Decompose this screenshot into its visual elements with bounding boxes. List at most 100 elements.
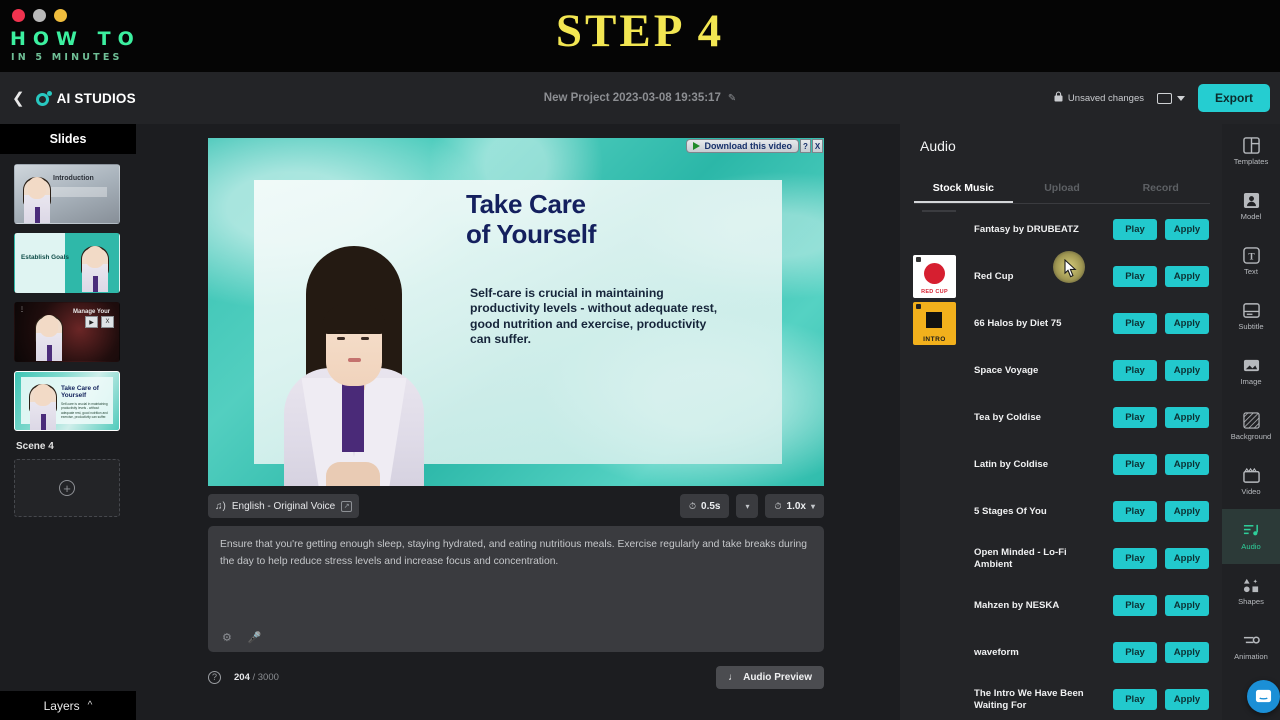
script-input-box[interactable]: Ensure that you're getting enough sleep,…	[208, 526, 824, 652]
play-button[interactable]: Play	[1113, 219, 1157, 240]
track-row[interactable]: Mahzen by NESKA Play Apply	[900, 582, 1222, 629]
thumb3-overlay-controls[interactable]: ▶ X	[85, 316, 114, 328]
save-status-label: Unsaved changes	[1067, 92, 1144, 104]
track-actions: Play Apply	[1113, 266, 1209, 287]
slide-thumbnail-2[interactable]: Establish Goals	[14, 233, 120, 293]
pencil-edit-icon[interactable]: ✎	[728, 93, 736, 104]
slide-thumbnail-3[interactable]: ⋮ Manage Your ▶ X	[14, 302, 120, 362]
apply-button[interactable]: Apply	[1165, 454, 1209, 475]
voice-label: English - Original Voice	[231, 500, 336, 512]
audio-preview-label: Audio Preview	[743, 671, 812, 683]
tool-templates[interactable]: Templates	[1222, 124, 1280, 179]
add-slide-button[interactable]: +	[14, 459, 120, 517]
text-t-icon: T	[1242, 247, 1260, 264]
track-row[interactable]: The Intro We Have Been Waiting For Play …	[900, 676, 1222, 720]
slide-thumbnail-4-body: Self-care is crucial in maintaining prod…	[61, 402, 108, 419]
tool-shapes[interactable]: Shapes	[1222, 564, 1280, 619]
apply-button[interactable]: Apply	[1165, 313, 1209, 334]
tab-record[interactable]: Record	[1111, 174, 1210, 203]
track-row[interactable]: Latin by Coldise Play Apply	[900, 441, 1222, 488]
slide-background: Take Care of Yourself Self-care is cruci…	[208, 138, 824, 486]
intercom-chat-icon[interactable]	[1247, 680, 1280, 713]
track-actions: Play Apply	[1113, 454, 1209, 475]
tool-background[interactable]: Background	[1222, 399, 1280, 454]
track-row[interactable]: Open Minded - Lo-Fi Ambient Play Apply	[900, 535, 1222, 582]
chevron-down-icon: ▾	[810, 501, 815, 511]
tool-video[interactable]: Video	[1222, 454, 1280, 509]
shapes-icon	[1243, 578, 1258, 593]
brand-logo[interactable]: AI STUDIOS	[35, 90, 136, 106]
apply-button[interactable]: Apply	[1165, 266, 1209, 287]
track-row[interactable]: RED CUP Red Cup Play Apply	[900, 253, 1222, 300]
tab-stock-music[interactable]: Stock Music	[914, 174, 1013, 203]
tool-animation[interactable]: Animation	[1222, 619, 1280, 674]
tool-rail: Templates Model T Text Subtitle Image Ba…	[1222, 124, 1280, 720]
apply-button[interactable]: Apply	[1165, 407, 1209, 428]
track-row[interactable]: waveform Play Apply	[900, 629, 1222, 676]
slide-canvas[interactable]: Take Care of Yourself Self-care is cruci…	[208, 138, 824, 486]
apply-button[interactable]: Apply	[1165, 219, 1209, 240]
slide-title[interactable]: Take Care of Yourself	[466, 189, 596, 250]
tool-model[interactable]: Model	[1222, 179, 1280, 234]
apply-button[interactable]: Apply	[1165, 360, 1209, 381]
play-button[interactable]: Play	[1113, 360, 1157, 381]
track-actions: Play Apply	[1113, 642, 1209, 663]
play-button[interactable]: Play	[1113, 642, 1157, 663]
tool-subtitle[interactable]: Subtitle	[1222, 289, 1280, 344]
track-row[interactable]: Fantasy by DRUBEATZ Play Apply	[900, 206, 1222, 253]
track-row[interactable]: Space Voyage Play Apply	[900, 347, 1222, 394]
tool-model-label: Model	[1240, 212, 1262, 221]
audio-preview-button[interactable]: ♩ Audio Preview	[716, 665, 824, 689]
microphone-icon[interactable]: 🎤	[248, 631, 262, 644]
tab-upload[interactable]: Upload	[1013, 174, 1112, 203]
help-icon[interactable]: ?	[800, 139, 811, 153]
pause-duration-button[interactable]: ⏱ 0.5s	[679, 494, 730, 518]
track-row[interactable]: 5 Stages Of You Play Apply	[900, 488, 1222, 535]
pause-dropdown-toggle[interactable]: ▾	[736, 494, 759, 518]
slides-list[interactable]: Introduction Establish Goals ⋮ Manage Yo…	[0, 154, 136, 517]
apply-button[interactable]: Apply	[1165, 501, 1209, 522]
apply-button[interactable]: Apply	[1165, 642, 1209, 663]
slide-body-text[interactable]: Self-care is crucial in maintaining prod…	[470, 286, 720, 348]
tool-text[interactable]: T Text	[1222, 234, 1280, 289]
apply-button[interactable]: Apply	[1165, 548, 1209, 569]
play-button[interactable]: Play	[1113, 407, 1157, 428]
screen-ratio-selector[interactable]	[1156, 92, 1185, 104]
play-button[interactable]: Play	[1113, 501, 1157, 522]
track-actions: Play Apply	[1113, 407, 1209, 428]
slide-thumbnail-4[interactable]: Take Care of Yourself Self-care is cruci…	[14, 371, 120, 431]
tool-image[interactable]: Image	[1222, 344, 1280, 399]
recorder-download-overlay[interactable]: Download this video ? X	[686, 139, 823, 153]
apply-button[interactable]: Apply	[1165, 689, 1209, 710]
play-button[interactable]: Play	[1113, 595, 1157, 616]
voice-selector[interactable]: ♫) English - Original Voice ↗	[208, 494, 360, 518]
apply-button[interactable]: Apply	[1165, 595, 1209, 616]
layers-toggle[interactable]: Layers ^	[0, 691, 136, 720]
gear-icon[interactable]: ⚙	[222, 631, 232, 644]
chevron-left-icon[interactable]: ❮	[12, 91, 25, 106]
track-title: Latin by Coldise	[974, 458, 1049, 470]
close-icon[interactable]: X	[101, 316, 114, 328]
external-link-icon[interactable]: ↗	[341, 500, 353, 512]
speed-button[interactable]: ⏱ 1.0x ▾	[765, 494, 824, 518]
play-icon[interactable]: ▶	[85, 316, 98, 328]
pause-value: 0.5s	[701, 500, 721, 512]
play-button[interactable]: Play	[1113, 689, 1157, 710]
track-row[interactable]: INTRO 66 Halos by Diet 75 Play Apply	[900, 300, 1222, 347]
question-circle-icon[interactable]: ?	[208, 670, 221, 684]
script-text[interactable]: Ensure that you're getting enough sleep,…	[220, 537, 810, 570]
play-button[interactable]: Play	[1113, 548, 1157, 569]
play-button[interactable]: Play	[1113, 454, 1157, 475]
more-options-icon: ⋮	[19, 307, 25, 313]
track-row[interactable]: Tea by Coldise Play Apply	[900, 394, 1222, 441]
download-this-video-button[interactable]: Download this video	[686, 139, 799, 153]
ai-presenter-avatar[interactable]	[280, 218, 428, 486]
brand-name: AI STUDIOS	[56, 90, 136, 106]
stock-music-list[interactable]: Fantasy by DRUBEATZ Play Apply RED CUP R…	[900, 206, 1222, 720]
play-button[interactable]: Play	[1113, 266, 1157, 287]
export-button[interactable]: Export	[1197, 84, 1270, 112]
close-icon[interactable]: X	[812, 139, 823, 153]
slide-thumbnail-1[interactable]: Introduction	[14, 164, 120, 224]
tool-audio[interactable]: Audio	[1222, 509, 1280, 564]
play-button[interactable]: Play	[1113, 313, 1157, 334]
